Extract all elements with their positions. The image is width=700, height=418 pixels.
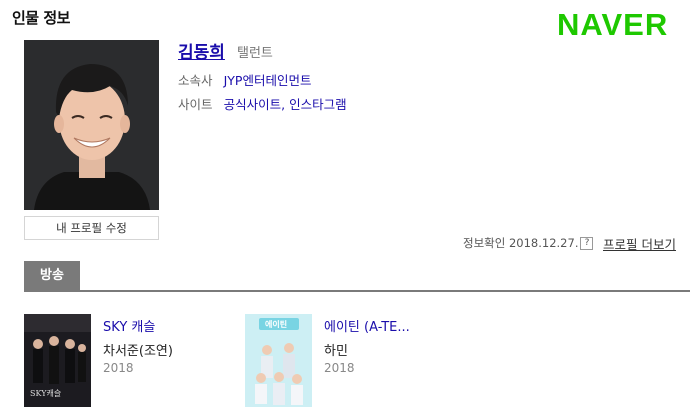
site-separator: , — [281, 97, 290, 112]
tab-broadcast[interactable]: 방송 — [24, 261, 80, 291]
site-label: 사이트 — [178, 97, 213, 112]
section-title: 인물 정보 — [12, 9, 70, 27]
agency-link[interactable]: JYP엔터테인먼트 — [224, 73, 312, 88]
help-icon[interactable]: ? — [580, 237, 594, 250]
instagram-link[interactable]: 인스타그램 — [289, 97, 347, 112]
profile-photo[interactable] — [24, 40, 159, 210]
show-year: 2018 — [103, 361, 134, 375]
show-year: 2018 — [324, 361, 355, 375]
show-title-link[interactable]: SKY 캐슬 — [103, 316, 155, 335]
updated-info: 정보확인 2018.12.27.? — [463, 235, 594, 251]
updated-label: 정보확인 2018.12.27. — [463, 236, 579, 250]
naver-logo[interactable]: NAVER — [557, 7, 668, 43]
person-portrait-image — [24, 40, 159, 210]
show-role: 하민 — [324, 344, 348, 359]
person-name-link[interactable]: 김동희 — [178, 38, 225, 63]
edit-profile-button[interactable]: 내 프로필 수정 — [24, 216, 159, 240]
poster-title-text: SKY캐슬 — [30, 389, 62, 398]
more-profile-link[interactable]: 프로필 더보기 — [603, 234, 676, 253]
agency-row: 소속사 JYP엔터테인먼트 — [178, 70, 311, 89]
person-role: 탤런트 — [237, 46, 273, 61]
poster-title-text: 에이틴 — [265, 320, 288, 329]
show-role: 차서준(조연) — [103, 344, 173, 359]
show-title-link[interactable]: 에이틴 (A-TE... — [324, 316, 410, 335]
site-row: 사이트 공식사이트, 인스타그램 — [178, 94, 347, 113]
official-site-link[interactable]: 공식사이트 — [224, 97, 282, 112]
show-poster-sky-castle[interactable]: SKY캐슬 — [24, 314, 91, 407]
show-poster-a-teen[interactable]: 에이틴 — [245, 314, 312, 407]
tab-divider — [24, 290, 690, 292]
agency-label: 소속사 — [178, 73, 213, 88]
